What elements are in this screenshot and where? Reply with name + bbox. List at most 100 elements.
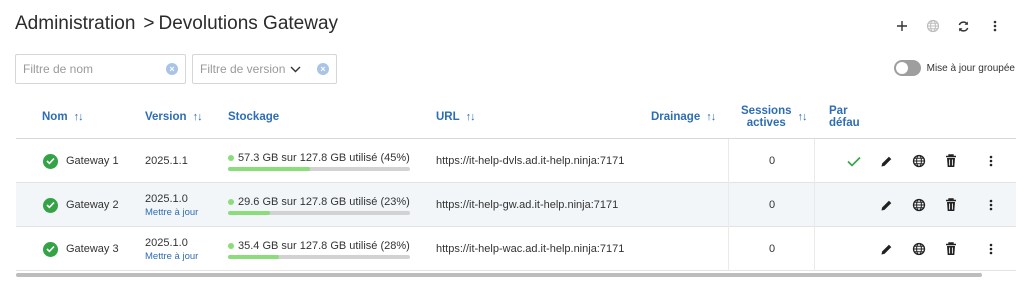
delete-button[interactable] xyxy=(939,227,963,271)
sort-icon: ↑↓ xyxy=(192,110,203,123)
header-url[interactable]: URL ↑↓ xyxy=(436,94,476,139)
version-filter-select[interactable]: Filtre de version × xyxy=(192,54,337,84)
globe-button[interactable] xyxy=(907,227,931,271)
active-sessions-count: 0 xyxy=(769,243,776,255)
update-link[interactable]: Mettre à jour xyxy=(145,207,198,218)
active-sessions-count: 0 xyxy=(769,155,776,167)
gateway-version: 2025.1.1 xyxy=(145,155,188,167)
globe-button[interactable] xyxy=(907,139,931,183)
storage-bar xyxy=(228,254,410,259)
name-cell: Gateway 3 xyxy=(43,227,119,271)
gateway-table: Nom ↑↓ Version ↑↓ Stockage URL ↑↓ Drainage ↑… xyxy=(16,94,1016,271)
update-link[interactable]: Mettre à jour xyxy=(145,251,198,262)
storage-text: 57.3 GB sur 127.8 GB utilisé (45%) xyxy=(238,151,410,164)
gateway-version: 2025.1.0 xyxy=(145,236,188,249)
header-version[interactable]: Version ↑↓ xyxy=(145,94,203,139)
delete-button[interactable] xyxy=(939,183,963,227)
storage-text: 35.4 GB sur 127.8 GB utilisé (28%) xyxy=(238,239,410,252)
table-header: Nom ↑↓ Version ↑↓ Stockage URL ↑↓ Drainage ↑… xyxy=(16,94,1016,139)
default-check-icon xyxy=(842,139,866,183)
delete-button[interactable] xyxy=(939,139,963,183)
storage-dot-icon xyxy=(228,242,234,249)
name-cell: Gateway 1 xyxy=(43,139,119,183)
sessions-cell: 0 xyxy=(769,139,775,183)
gateway-url: https://it-help-dvls.ad.it-help.ninja:71… xyxy=(436,155,625,167)
table-row[interactable]: Gateway 3 2025.1.0 Mettre à jour 35.4 GB… xyxy=(16,227,1016,271)
header-default: Par défau xyxy=(829,104,860,129)
storage-cell: 35.4 GB sur 127.8 GB utilisé (28%) xyxy=(228,227,410,271)
refresh-button[interactable] xyxy=(948,14,979,38)
more-vertical-icon xyxy=(989,243,993,255)
more-vertical-icon xyxy=(989,199,993,211)
refresh-icon xyxy=(958,20,969,32)
group-update: Mise à jour groupée xyxy=(893,60,1015,76)
sessions-cell: 0 xyxy=(769,227,775,271)
gateway-name: Gateway 3 xyxy=(66,243,119,255)
add-button[interactable] xyxy=(886,14,917,38)
more-button[interactable] xyxy=(979,14,1010,38)
breadcrumb-separator: > xyxy=(143,13,155,34)
sessions-cell: 0 xyxy=(769,183,775,227)
header-storage: Stockage xyxy=(228,110,280,123)
breadcrumb: Administration > Devolutions Gateway xyxy=(15,10,338,38)
version-cell: 2025.1.1 xyxy=(145,139,188,183)
pencil-icon xyxy=(881,244,891,254)
horizontal-scrollbar[interactable] xyxy=(16,273,982,277)
row-more-button[interactable] xyxy=(979,227,1003,271)
edit-button[interactable] xyxy=(874,183,898,227)
globe-icon xyxy=(912,242,926,256)
globe-icon xyxy=(912,154,926,168)
toolbar xyxy=(886,14,1010,38)
globe-button[interactable] xyxy=(917,14,948,38)
edit-button[interactable] xyxy=(874,139,898,183)
table-row[interactable]: Gateway 1 2025.1.1 57.3 GB sur 127.8 GB … xyxy=(16,139,1016,183)
version-cell: 2025.1.0 Mettre à jour xyxy=(145,183,198,227)
active-sessions-count: 0 xyxy=(769,199,776,211)
plus-icon xyxy=(896,21,907,31)
pencil-icon xyxy=(881,200,891,210)
column-divider xyxy=(814,183,815,227)
storage-dot-icon xyxy=(228,154,234,161)
sort-icon: ↑↓ xyxy=(465,110,476,123)
name-filter-input[interactable]: Filtre de nom × xyxy=(15,54,186,84)
header-drain[interactable]: Drainage ↑↓ xyxy=(651,94,716,139)
clear-name-filter-icon[interactable]: × xyxy=(166,63,178,75)
gateway-name: Gateway 1 xyxy=(66,155,119,167)
more-vertical-icon xyxy=(993,20,996,32)
gateway-url: https://it-help-gw.ad.it-help.ninja:7171 xyxy=(436,199,619,211)
trash-icon xyxy=(946,242,956,255)
column-divider xyxy=(728,183,729,227)
name-cell: Gateway 2 xyxy=(43,183,119,227)
column-divider xyxy=(814,227,815,271)
sort-icon: ↑↓ xyxy=(73,110,84,123)
header-active-sessions[interactable]: Sessions actives ↑↓ xyxy=(741,94,808,139)
storage-cell: 57.3 GB sur 127.8 GB utilisé (45%) xyxy=(228,139,410,183)
storage-dot-icon xyxy=(228,198,234,205)
breadcrumb-root[interactable]: Administration xyxy=(15,13,135,35)
storage-cell: 29.6 GB sur 127.8 GB utilisé (23%) xyxy=(228,183,410,227)
name-filter-placeholder: Filtre de nom xyxy=(23,62,94,76)
clear-version-filter-icon[interactable]: × xyxy=(317,63,329,75)
sort-icon: ↑↓ xyxy=(706,110,716,123)
edit-button[interactable] xyxy=(874,227,898,271)
status-ok-icon xyxy=(43,197,58,213)
sort-icon: ↑↓ xyxy=(797,110,808,123)
globe-icon xyxy=(926,19,939,33)
group-update-toggle[interactable] xyxy=(893,60,921,76)
gateway-version: 2025.1.0 xyxy=(145,192,188,205)
version-cell: 2025.1.0 Mettre à jour xyxy=(145,227,198,271)
row-more-button[interactable] xyxy=(979,139,1003,183)
storage-text: 29.6 GB sur 127.8 GB utilisé (23%) xyxy=(238,195,410,208)
group-update-label: Mise à jour groupée xyxy=(926,62,1015,74)
column-divider xyxy=(728,139,729,183)
gateway-url: https://it-help-wac.ad.it-help.ninja:717… xyxy=(436,243,625,255)
row-more-button[interactable] xyxy=(979,183,1003,227)
more-vertical-icon xyxy=(989,155,993,167)
header-name[interactable]: Nom ↑↓ xyxy=(42,94,84,139)
table-row[interactable]: Gateway 2 2025.1.0 Mettre à jour 29.6 GB… xyxy=(16,183,1016,227)
globe-button[interactable] xyxy=(907,183,931,227)
column-divider xyxy=(728,227,729,271)
chevron-down-icon[interactable] xyxy=(290,66,301,73)
globe-icon xyxy=(912,198,926,212)
trash-icon xyxy=(946,154,956,167)
